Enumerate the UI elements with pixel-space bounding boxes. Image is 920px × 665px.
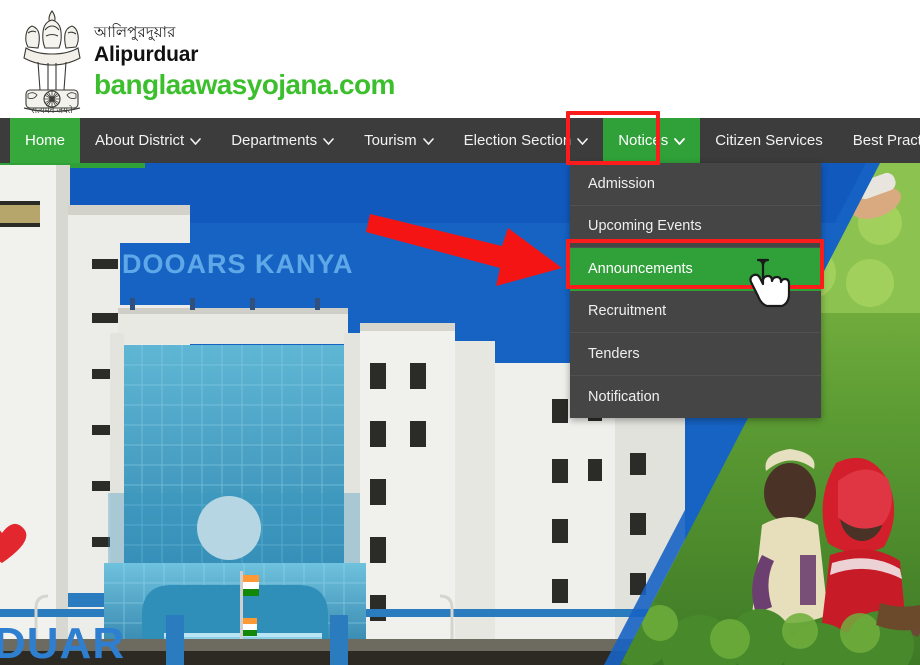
dropdown-label-upcoming-events: Upcoming Events [588, 218, 702, 235]
nav-item-election-section[interactable]: Election Section [449, 118, 604, 163]
notices-dropdown-menu: Admission Upcoming Events Announcements … [570, 163, 821, 418]
svg-text:DUAR: DUAR [0, 619, 125, 665]
nav-label-tourism: Tourism [364, 132, 417, 149]
chevron-down-icon [422, 138, 434, 145]
dropdown-item-upcoming-events[interactable]: Upcoming Events [570, 205, 821, 248]
chevron-down-icon [323, 138, 334, 145]
nav-item-tourism[interactable]: Tourism [349, 118, 449, 163]
nav-item-notices[interactable]: Notices [603, 118, 701, 163]
nav-label-about-district: About District [95, 132, 185, 149]
district-name-bengali: আলিপুরদুয়ার [94, 24, 176, 41]
dropdown-item-announcements[interactable]: Announcements [570, 248, 821, 291]
building-sign-text: DOOARS KANYA [122, 249, 354, 279]
nav-label-election-section: Election Section [463, 132, 572, 149]
emblem-motto-text: सत्यमेव जयते [31, 105, 73, 114]
dropdown-item-notification[interactable]: Notification [570, 375, 821, 418]
nav-item-best-practices[interactable]: Best Practices [838, 118, 920, 163]
page-root: सत्यमेव जयते আলিপুরদুয়ার Alipurduar ban… [0, 0, 920, 665]
nav-label-notices: Notices [618, 132, 669, 149]
dropdown-label-tenders: Tenders [588, 345, 640, 362]
nav-label-citizen-services: Citizen Services [715, 132, 823, 149]
dropdown-label-admission: Admission [588, 175, 655, 192]
site-header: सत्यमेव जयते আলিপুরদুয়ার Alipurduar ban… [0, 0, 920, 118]
chevron-down-icon [577, 138, 588, 145]
nav-item-citizen-services[interactable]: Citizen Services [700, 118, 838, 163]
nav-label-best-practices: Best Practices [852, 132, 920, 149]
dropdown-label-announcements: Announcements [588, 261, 693, 278]
dropdown-item-tenders[interactable]: Tenders [570, 333, 821, 376]
dropdown-item-admission[interactable]: Admission [570, 163, 821, 206]
nav-item-departments[interactable]: Departments [216, 118, 349, 163]
main-navigation: Home About District Departments Tourism … [0, 118, 920, 163]
nav-label-home: Home [25, 132, 66, 149]
chevron-down-icon [674, 138, 686, 145]
site-domain-name: banglaawasyojana.com [94, 69, 395, 100]
district-name-english: Alipurduar [94, 43, 199, 66]
dropdown-item-recruitment[interactable]: Recruitment [570, 290, 821, 333]
floor-text: DUAR [0, 619, 125, 665]
india-national-emblem: सत्यमेव जयते [12, 6, 92, 114]
dropdown-label-notification: Notification [588, 388, 660, 405]
nav-label-departments: Departments [231, 132, 318, 149]
nav-item-home[interactable]: Home [10, 118, 81, 163]
nav-item-about-district[interactable]: About District [80, 118, 216, 163]
nav-left-spacer [0, 118, 10, 163]
brand-block: আলিপুরদুয়ার Alipurduar banglaawasyojana… [94, 24, 395, 101]
dropdown-label-recruitment: Recruitment [588, 303, 667, 320]
chevron-down-icon [190, 138, 202, 145]
